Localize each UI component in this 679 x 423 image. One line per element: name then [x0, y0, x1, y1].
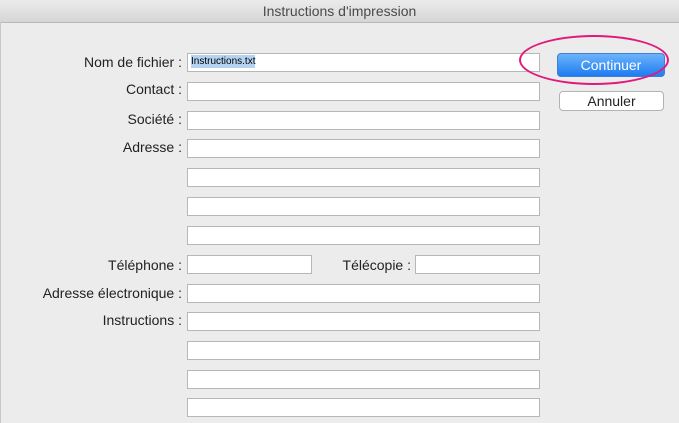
filename-field[interactable]: Instructions.txt — [187, 53, 540, 72]
contact-label: Contact : — [125, 81, 182, 97]
address-line-1[interactable] — [187, 139, 540, 158]
fax-field[interactable] — [415, 255, 540, 274]
phone-field[interactable] — [187, 255, 312, 274]
address-line-4[interactable] — [187, 226, 540, 245]
window-border — [0, 22, 1, 423]
instructions-label: Instructions : — [102, 312, 182, 328]
email-field[interactable] — [187, 284, 540, 303]
company-label: Société : — [127, 111, 182, 127]
instructions-line-4[interactable] — [187, 398, 540, 417]
cancel-button[interactable]: Annuler — [559, 91, 664, 111]
address-line-3[interactable] — [187, 197, 540, 216]
address-label: Adresse : — [122, 139, 182, 155]
instructions-line-1[interactable] — [187, 312, 540, 331]
filename-label: Nom de fichier : — [83, 54, 182, 70]
fax-label: Télécopie : — [342, 257, 411, 273]
print-instructions-dialog: Instructions d'impression Nom de fichier… — [0, 0, 679, 423]
instructions-line-3[interactable] — [187, 370, 540, 389]
window-title: Instructions d'impression — [0, 0, 679, 23]
continue-button[interactable]: Continuer — [557, 53, 665, 77]
phone-label: Téléphone : — [108, 257, 182, 273]
address-line-2[interactable] — [187, 168, 540, 187]
company-field[interactable] — [187, 111, 540, 130]
instructions-line-2[interactable] — [187, 341, 540, 360]
contact-field[interactable] — [187, 82, 540, 101]
filename-value: Instructions.txt — [191, 55, 256, 68]
email-label: Adresse électronique : — [42, 285, 182, 301]
